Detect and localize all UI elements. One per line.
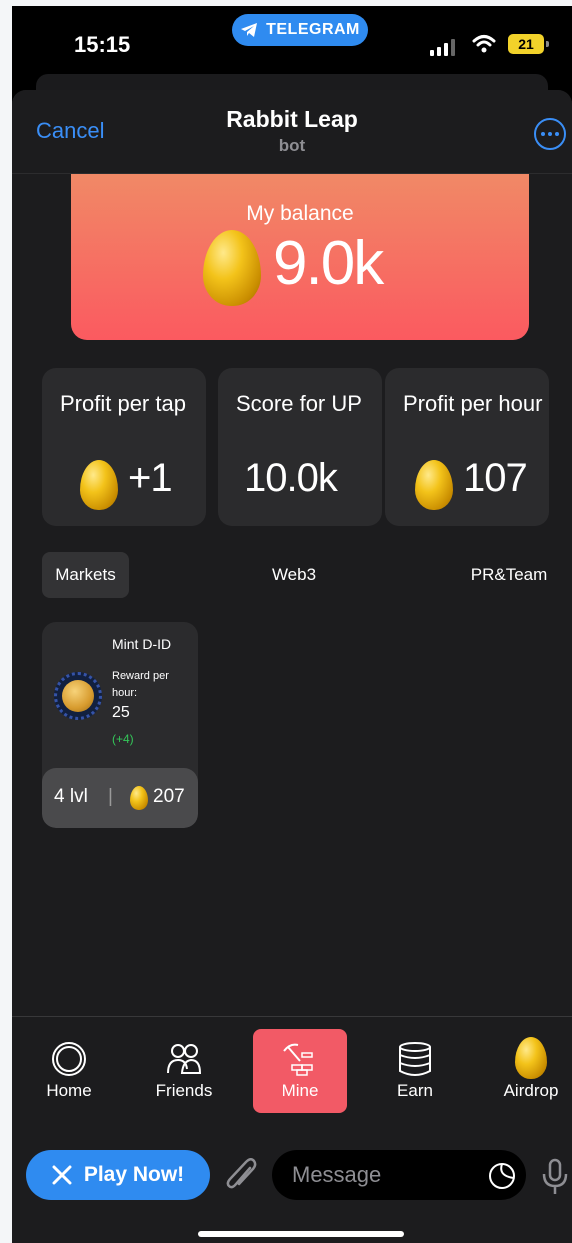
tab-markets[interactable]: Markets (42, 552, 129, 598)
nav-airdrop[interactable]: Airdrop (484, 1029, 572, 1113)
webapp-header: Cancel Rabbit Leap bot (12, 90, 572, 174)
upgrade-cost: 207 (153, 786, 185, 807)
bot-title: Rabbit Leap (226, 106, 358, 132)
sticker-icon[interactable] (488, 1162, 516, 1190)
play-now-label: Play Now! (83, 1163, 185, 1186)
egg-icon (515, 1037, 547, 1079)
play-now-button[interactable]: Play Now! (26, 1150, 210, 1200)
stat-card-score-for-up: Score for UP 10.0k (218, 368, 382, 526)
stat-card-profit-per-hour: Profit per hour 107 (385, 368, 549, 526)
close-icon (52, 1165, 72, 1185)
battery-indicator: 21 (508, 34, 549, 54)
bottom-nav: Home Friends Mine Earn Airdrop (12, 1016, 572, 1136)
tab-pr-team[interactable]: PR&Team (462, 552, 556, 598)
stat-value: 10.0k (244, 456, 338, 500)
telegram-pill[interactable]: TELEGRAM (232, 14, 368, 46)
divider: | (108, 786, 113, 807)
wifi-icon (472, 35, 496, 53)
nav-earn[interactable]: Earn (368, 1029, 462, 1113)
mine-pickaxe-icon (283, 1043, 313, 1076)
stat-label: Profit per hour (403, 391, 543, 416)
egg-icon (415, 460, 453, 510)
stat-label: Profit per tap (60, 391, 186, 416)
card-level: 4 lvl (54, 786, 88, 807)
more-options-button[interactable] (534, 118, 566, 150)
telegram-pill-label: TELEGRAM (266, 21, 360, 38)
nav-home[interactable]: Home (22, 1029, 116, 1113)
bot-subtitle: bot (278, 136, 306, 155)
mint-did-coin-icon (54, 672, 102, 720)
friends-icon (167, 1044, 202, 1074)
nav-label: Home (46, 1081, 92, 1100)
telegram-plane-icon (241, 23, 258, 37)
phone-screen: 15:15 TELEGRAM 21 Cancel Rabbit Leap bot… (12, 6, 572, 1243)
status-time: 15:15 (74, 32, 131, 57)
attachment-icon[interactable] (224, 1156, 258, 1194)
nav-label: Mine (281, 1081, 319, 1100)
nav-friends[interactable]: Friends (137, 1029, 231, 1113)
egg-icon (80, 460, 118, 510)
message-bar: Play Now! Message (12, 1136, 572, 1243)
balance-card: My balance 9.0k (71, 170, 529, 340)
stat-card-profit-per-tap: Profit per tap +1 (42, 368, 206, 526)
stat-label: Score for UP (236, 391, 362, 416)
nav-label: Earn (397, 1081, 433, 1100)
egg-icon (130, 786, 148, 810)
home-ring-icon (52, 1042, 86, 1076)
balance-label: My balance (246, 202, 354, 225)
webapp-sheet: Cancel Rabbit Leap bot My balance 9.0k P… (12, 90, 572, 1243)
microphone-icon[interactable] (542, 1158, 568, 1196)
signal-icon (430, 38, 455, 56)
coin-stack-icon (399, 1042, 431, 1076)
market-card-mint-did[interactable]: Mint D-ID Reward per hour: 25 (+4) 4 lvl… (42, 622, 198, 828)
market-card-name: Mint D-ID (112, 636, 172, 652)
reward-value: 25 (112, 704, 130, 721)
egg-icon (203, 230, 261, 306)
balance-value: 9.0k (273, 229, 384, 298)
tab-web3[interactable]: Web3 (252, 552, 336, 598)
nav-mine[interactable]: Mine (253, 1029, 347, 1113)
reward-label: Reward per hour: (112, 670, 169, 699)
home-indicator (198, 1231, 404, 1237)
nav-label: Airdrop (503, 1081, 559, 1100)
reward-increase: (+4) (112, 732, 134, 746)
stat-value: +1 (128, 456, 173, 500)
market-card-footer[interactable]: 4 lvl | 207 (42, 768, 198, 828)
stat-value: 107 (463, 456, 528, 500)
nav-label: Friends (155, 1081, 213, 1100)
